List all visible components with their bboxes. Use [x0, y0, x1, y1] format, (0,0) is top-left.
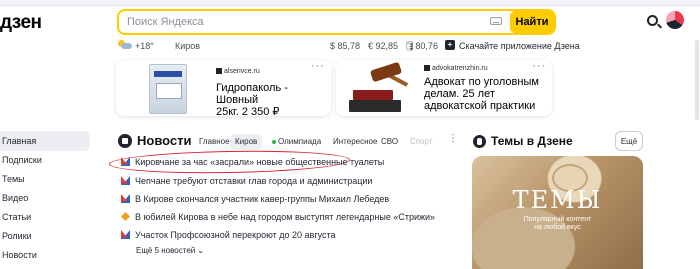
tab-olympiad[interactable]: Олимпиада [267, 134, 326, 150]
gavel-image [349, 61, 411, 114]
search-box: Найти [117, 9, 556, 35]
sidebar-item-video[interactable]: Видео [0, 188, 90, 208]
tab-interesting[interactable]: Интересное [328, 134, 382, 150]
source-icon [121, 194, 130, 203]
themes-more-button[interactable]: Ещё [615, 131, 643, 151]
sidebar-item-news[interactable]: Новости [0, 245, 90, 265]
news-title[interactable]: Новости [137, 133, 192, 148]
ad-menu-icon[interactable]: ··· [532, 60, 546, 72]
search-input[interactable] [127, 14, 477, 30]
themes-banner-subtitle: Популярный контент на любой вкус [523, 216, 592, 231]
sidebar-item-main[interactable]: Главная [0, 131, 90, 151]
weather-icon [118, 40, 132, 50]
sidebar-item-subscriptions[interactable]: Подписки [0, 150, 90, 170]
dzen-page: дзен Найти +18° Киров $ 85,78 € 92,85 🛢8… [0, 0, 700, 269]
site-favicon-icon [424, 65, 430, 72]
news-item[interactable]: Участок Профсоюзной перекроют до 20 авгу… [121, 228, 336, 242]
ad-title[interactable]: Гидропаколь - Шовный 25кг. 2 350 ₽ [216, 82, 331, 118]
themes-banner-title: ТЕМЫ [512, 186, 603, 214]
ad-card-hydro[interactable]: ··· alserivce.ru Гидропаколь - Шовный 25… [116, 60, 331, 118]
app-download-icon: + [445, 40, 455, 50]
search-button[interactable]: Найти [510, 11, 554, 33]
ad-site[interactable]: advokatrenzhin.ru [424, 65, 488, 72]
sidebar-item-articles[interactable]: Статьи [0, 207, 90, 227]
dzen-logo[interactable]: дзен [0, 12, 42, 34]
ad-site[interactable]: alserivce.ru [216, 68, 260, 75]
source-icon [121, 212, 130, 221]
scrollbar[interactable] [695, 40, 699, 120]
more-tabs-icon[interactable]: ⋮ [448, 133, 458, 144]
themes-icon [473, 135, 486, 148]
product-image [149, 64, 187, 114]
themes-title[interactable]: Темы в Дзене [491, 134, 573, 148]
site-favicon-icon [216, 68, 222, 75]
tab-main[interactable]: Главное [194, 134, 235, 150]
source-icon [121, 230, 130, 239]
news-item[interactable]: Чепчане требуют отставки глав города и а… [121, 174, 372, 188]
chevron-down-icon: ⌄ [197, 246, 204, 255]
download-app-link[interactable]: Скачайте приложение Дзена [459, 41, 580, 51]
keyboard-icon[interactable] [490, 17, 502, 25]
search-icon[interactable] [647, 15, 658, 26]
source-icon [121, 176, 130, 185]
news-item[interactable]: В Кирове скончался участник кавер-группы… [121, 192, 389, 206]
bookmarks-bar [0, 0, 700, 6]
tab-svo[interactable]: СВО [376, 134, 403, 150]
ad-card-lawyer[interactable]: ··· advokatrenzhin.ru Адвокат по уголовн… [336, 60, 552, 116]
ad-title[interactable]: Адвокат по уголовным делам. 25 лет адвок… [424, 76, 539, 112]
live-dot-icon [272, 139, 276, 144]
news-icon [118, 134, 132, 148]
eur-rate[interactable]: € 92,85 [368, 41, 398, 51]
avatar[interactable] [666, 11, 684, 29]
tab-sport[interactable]: Спорт [405, 134, 438, 150]
more-news-button[interactable]: Ещё 5 новостей ⌄ [136, 246, 204, 255]
city[interactable]: Киров [175, 41, 200, 51]
tab-kirov[interactable]: Киров [230, 134, 263, 150]
sidebar-item-shorts[interactable]: Ролики [0, 226, 90, 246]
themes-banner[interactable]: ТЕМЫ Популярный контент на любой вкус [472, 156, 643, 269]
temperature[interactable]: +18° [135, 41, 154, 51]
oil-price[interactable]: 🛢80,76 [404, 41, 438, 52]
news-item[interactable]: В юбилей Кирова в небе над городом высту… [121, 210, 435, 224]
sidebar-item-topics[interactable]: Темы [0, 169, 90, 189]
annotation-circle [108, 148, 351, 176]
ad-menu-icon[interactable]: ··· [311, 60, 325, 72]
usd-rate[interactable]: $ 85,78 [330, 41, 360, 51]
